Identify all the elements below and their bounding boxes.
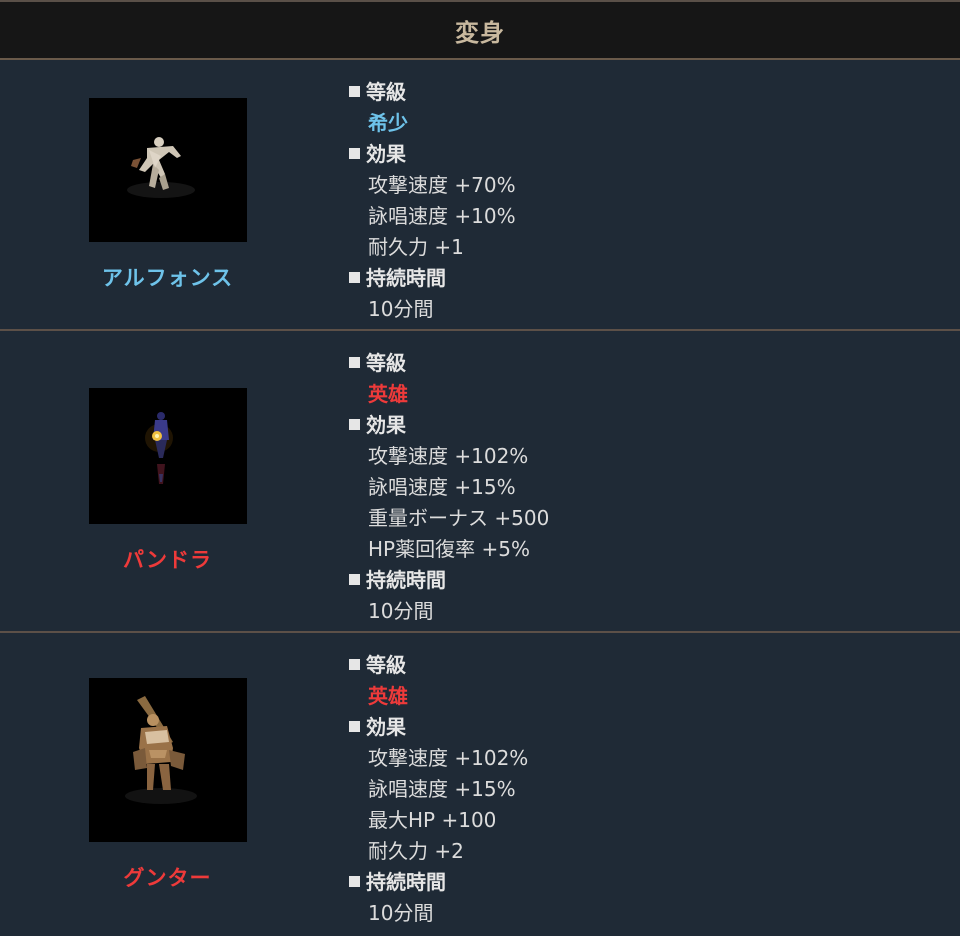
bullet-square-icon: [349, 148, 360, 159]
details-cell: 等級 英雄 効果 攻撃速度 +102% 詠唱速度 +15% 重量ボーナス +50…: [349, 348, 960, 627]
grade-heading-text: 等級: [366, 80, 406, 104]
duration-heading: 持続時間: [349, 867, 960, 898]
character-portrait: [88, 677, 247, 842]
table-row: グンター 等級 英雄 効果 攻撃速度 +102% 詠唱速度 +15% 最大HP …: [0, 633, 960, 936]
duration-heading-text: 持続時間: [366, 568, 446, 592]
character-name: グンター: [123, 865, 212, 890]
character-cell: アルフォンス: [0, 60, 335, 329]
table-row: パンドラ 等級 英雄 効果 攻撃速度 +102% 詠唱速度 +15% 重量ボーナ…: [0, 331, 960, 633]
grade-heading: 等級: [349, 348, 960, 379]
grade-value: 英雄: [368, 684, 408, 708]
duration-heading-text: 持続時間: [366, 870, 446, 894]
effect-item: 攻撃速度 +102%: [368, 444, 529, 468]
duration-value: 10分間: [368, 901, 434, 925]
effect-item: 耐久力 +1: [368, 235, 464, 259]
bullet-square-icon: [349, 357, 360, 368]
duration-value: 10分間: [368, 297, 434, 321]
effect-item: 重量ボーナス +500: [368, 506, 550, 530]
grade-value: 英雄: [368, 382, 408, 406]
grade-heading: 等級: [349, 650, 960, 681]
effects-heading: 効果: [349, 410, 960, 441]
effect-item: 詠唱速度 +10%: [368, 204, 516, 228]
effect-item: 耐久力 +2: [368, 839, 464, 863]
grade-value: 希少: [368, 111, 408, 135]
character-cell: パンドラ: [0, 331, 335, 631]
character-figure-icon: [124, 695, 197, 804]
bullet-square-icon: [349, 721, 360, 732]
effects-heading: 効果: [349, 712, 960, 743]
grade-heading-text: 等級: [366, 653, 406, 677]
effect-item: 攻撃速度 +70%: [368, 173, 516, 197]
effect-item: 攻撃速度 +102%: [368, 746, 529, 770]
effects-heading-text: 効果: [366, 413, 406, 437]
duration-heading: 持続時間: [349, 263, 960, 294]
character-name: パンドラ: [122, 548, 213, 572]
character-figure-icon: [126, 136, 195, 198]
character-name: アルフォンス: [101, 265, 234, 290]
details-cell: 等級 英雄 効果 攻撃速度 +102% 詠唱速度 +15% 最大HP +100 …: [349, 650, 960, 929]
bullet-square-icon: [349, 876, 360, 887]
table-header: 変身: [0, 0, 960, 60]
bullet-square-icon: [349, 86, 360, 97]
effect-item: HP薬回復率 +5%: [368, 537, 530, 561]
character-portrait: [88, 388, 247, 524]
bullet-square-icon: [349, 272, 360, 283]
details-cell: 等級 希少 効果 攻撃速度 +70% 詠唱速度 +10% 耐久力 +1 持続時間…: [349, 77, 960, 325]
effect-item: 詠唱速度 +15%: [368, 777, 516, 801]
character-cell: グンター: [0, 633, 335, 936]
character-portrait: [88, 97, 247, 242]
effect-item: 詠唱速度 +15%: [368, 475, 516, 499]
character-figure-icon: [144, 412, 173, 484]
duration-heading-text: 持続時間: [366, 266, 446, 290]
duration-heading: 持続時間: [349, 565, 960, 596]
transformation-page: 変身 アルフォンス 等級 希少 効果 攻撃速度 +70% 詠唱速度 +10% 耐…: [0, 0, 960, 936]
page-title: 変身: [455, 18, 505, 47]
duration-value: 10分間: [368, 599, 434, 623]
bullet-square-icon: [349, 574, 360, 585]
table-row: アルフォンス 等級 希少 効果 攻撃速度 +70% 詠唱速度 +10% 耐久力 …: [0, 60, 960, 331]
effects-heading-text: 効果: [366, 142, 406, 166]
bullet-square-icon: [349, 419, 360, 430]
grade-heading-text: 等級: [366, 351, 406, 375]
bullet-square-icon: [349, 659, 360, 670]
effect-item: 最大HP +100: [368, 808, 497, 832]
grade-heading: 等級: [349, 77, 960, 108]
effects-heading-text: 効果: [366, 715, 406, 739]
effects-heading: 効果: [349, 139, 960, 170]
